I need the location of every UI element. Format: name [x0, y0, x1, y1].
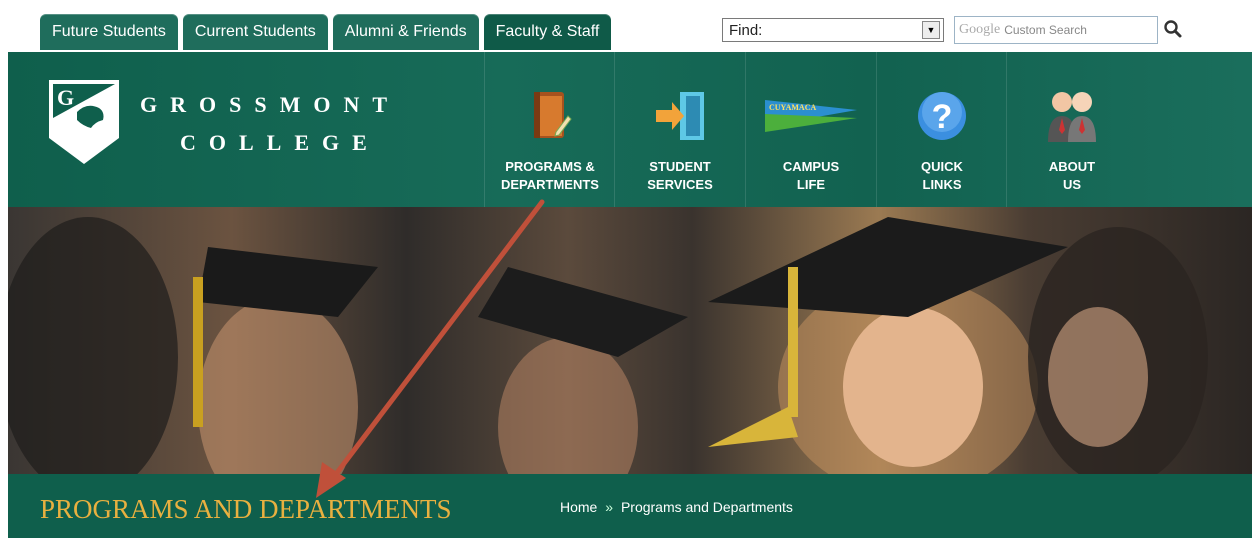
nav-label: ABOUT US	[1048, 159, 1096, 192]
find-select-value: Find:	[729, 21, 763, 39]
nav-campus-life[interactable]: CUYAMACA CAMPUS LIFE	[745, 52, 876, 207]
book-icon	[485, 86, 615, 146]
svg-text:?: ?	[932, 98, 953, 136]
nav-programs-departments[interactable]: PROGRAMS & DEPARTMENTS	[484, 52, 615, 207]
nav-about-us[interactable]: ABOUT US	[1006, 52, 1137, 207]
college-shield-logo[interactable]: G	[47, 78, 121, 166]
nav-label: CAMPUS LIFE	[782, 159, 840, 192]
tab-current-students[interactable]: Current Students	[182, 14, 328, 50]
pennant-icon: CUYAMACA	[746, 86, 876, 146]
question-icon: ?	[877, 86, 1007, 146]
search-icon[interactable]	[1162, 18, 1184, 40]
google-logo: Google	[959, 22, 1001, 37]
nav-label: PROGRAMS & DEPARTMENTS	[501, 159, 599, 192]
nav-student-services[interactable]: STUDENT SERVICES	[614, 52, 745, 207]
breadcrumb: Home » Programs and Departments	[560, 499, 793, 515]
tab-alumni-friends[interactable]: Alumni & Friends	[332, 14, 479, 50]
breadcrumb-home-link[interactable]: Home	[560, 499, 597, 515]
search-placeholder: Custom Search	[1004, 23, 1087, 37]
top-border	[0, 0, 1252, 8]
breadcrumb-separator: »	[605, 499, 614, 515]
tab-future-students[interactable]: Future Students	[40, 14, 178, 50]
svg-text:CUYAMACA: CUYAMACA	[769, 103, 816, 112]
college-name[interactable]: Grossmont College	[140, 86, 400, 162]
college-name-line1: Grossmont	[140, 92, 401, 117]
find-select[interactable]: Find: ▼	[722, 18, 944, 42]
breadcrumb-current: Programs and Departments	[620, 499, 793, 515]
chevron-down-icon[interactable]: ▼	[922, 21, 940, 39]
college-name-line2: College	[180, 130, 380, 155]
svg-text:G: G	[57, 85, 74, 110]
nav-label: STUDENT SERVICES	[647, 159, 713, 192]
tab-faculty-staff[interactable]: Faculty & Staff	[483, 14, 612, 50]
page-title-bar: PROGRAMS AND DEPARTMENTS Home » Programs…	[8, 474, 1252, 538]
page-title: PROGRAMS AND DEPARTMENTS	[40, 494, 452, 524]
nav-label: QUICK LINKS	[921, 159, 963, 192]
site-header: G Grossmont College PROGRAMS & DEPARTMEN…	[8, 52, 1252, 207]
people-icon	[1007, 86, 1137, 146]
nav-quick-links[interactable]: ? QUICK LINKS	[876, 52, 1007, 207]
door-arrow-icon	[615, 86, 745, 146]
audience-tabs: Future Students Current Students Alumni …	[40, 14, 612, 52]
search-input[interactable]: Google Custom Search	[954, 16, 1158, 44]
hero-graduation-photo	[8, 207, 1252, 474]
